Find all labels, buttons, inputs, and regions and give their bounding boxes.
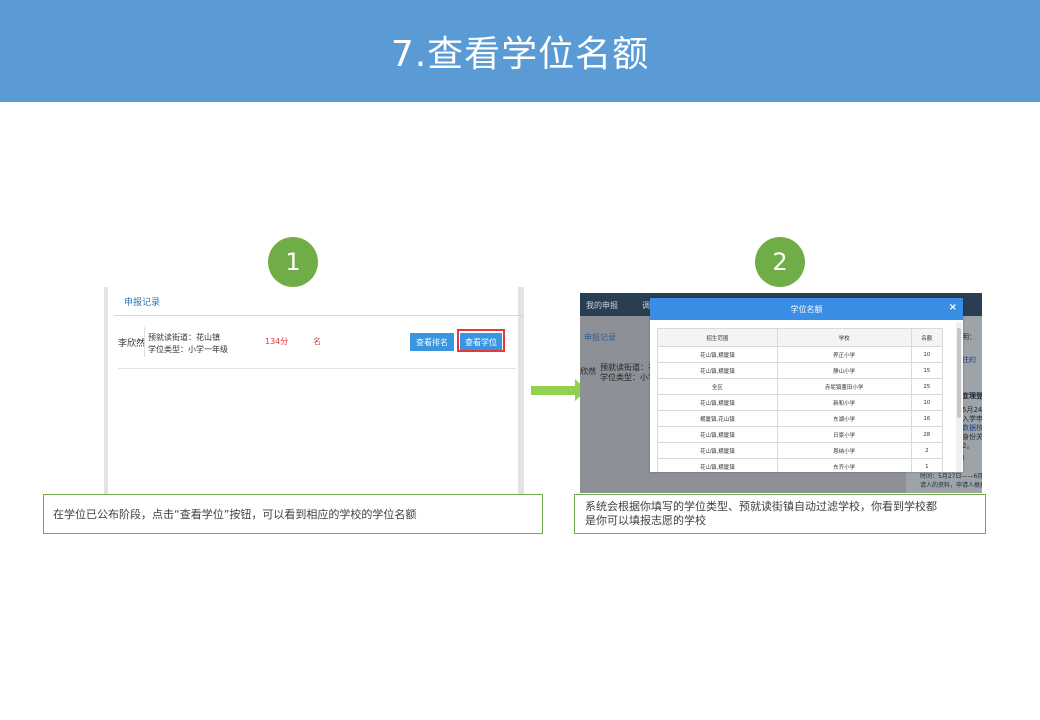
table-row: 花山镇,横厦镇 恩纳小学 2 xyxy=(657,442,944,459)
cell-school: 恩纳小学 xyxy=(776,442,912,459)
column-header-school: 学校 xyxy=(776,328,912,347)
modal-title: 学位名额 xyxy=(790,304,823,314)
cell-quota: 10 xyxy=(910,394,944,411)
row-divider xyxy=(118,368,516,369)
degree-type-info: 学位类型：小学一年级 xyxy=(148,345,228,354)
application-info: 预就读街道：花山镇 学位类型：小学一年级 xyxy=(148,332,228,356)
cell-school: 养正小学 xyxy=(776,346,912,363)
cell-range: 花山镇,横厦镇 xyxy=(657,362,778,379)
table-row: 横厦镇,花山镇 东湖小学 16 xyxy=(657,410,944,427)
cell-quota: 1 xyxy=(910,458,944,472)
tab-application-records[interactable]: 申报记录 xyxy=(584,332,616,343)
step-1-caption-text: 在学位已公布阶段，点击“查看学位”按钮，可以看到相应的学校的学位名额 xyxy=(53,508,417,521)
slide-header: 7.查看学位名额 xyxy=(0,0,1040,102)
cell-quota: 28 xyxy=(910,426,944,443)
cell-school: 东齐小学 xyxy=(776,458,912,472)
step-2-caption: 系统会根据你填写的学位类型、预就读街镇自动过滤学校，你看到学校都 是你可以填报志… xyxy=(574,494,986,534)
scrollbar-thumb[interactable] xyxy=(957,328,961,418)
notice-bottom-line: 请人的资料，申请人根据 xyxy=(920,482,982,489)
nav-item-partial[interactable]: 调 xyxy=(642,300,650,311)
table-row: 花山镇,横厦镇 静山小学 15 xyxy=(657,362,944,379)
table-row: 花山镇,横厦镇 日豪小学 28 xyxy=(657,426,944,443)
notice-bottom-line: 时间：5月27日——6月1 xyxy=(920,473,982,480)
notice-line: 宜理登 xyxy=(962,392,982,400)
quota-table: 招生范围 学校 名额 花山镇,横厦镇 养正小学 10 花山镇,横厦镇 静山小学 … xyxy=(657,328,944,472)
cell-range: 花山镇,横厦镇 xyxy=(657,442,778,459)
column-divider xyxy=(144,327,145,357)
cell-school: 赤坭镇董田小学 xyxy=(776,378,912,395)
step-2-caption-line-2: 是你可以填报志愿的学校 xyxy=(585,514,706,527)
notice-line: 2。 xyxy=(962,442,974,450)
cell-quota: 2 xyxy=(910,442,944,459)
highlight-box xyxy=(457,329,505,352)
cell-school: 日豪小学 xyxy=(776,426,912,443)
view-rank-button[interactable]: 查看排名 xyxy=(410,333,454,351)
close-icon[interactable]: × xyxy=(949,302,957,313)
tab-divider xyxy=(114,315,524,316)
cell-range: 花山镇,横厦镇 xyxy=(657,394,778,411)
table-row: 花山镇,横厦镇 养正小学 10 xyxy=(657,346,944,363)
column-header-range: 招生范围 xyxy=(657,328,778,347)
table-row: 全区 赤坭镇董田小学 25 xyxy=(657,378,944,395)
notice-link[interactable]: 住的 xyxy=(962,355,976,365)
street-info: 预就读街道：花山镇 xyxy=(148,333,220,342)
step-2-screenshot: 我的申报 调 申报记录 欣然 预就读街道：花山 学位类型：小学一 明： 住的 宜… xyxy=(580,293,982,493)
panel-left-border xyxy=(104,287,108,494)
slide-title: 7.查看学位名额 xyxy=(390,34,650,75)
arrow-right-icon xyxy=(531,386,575,395)
cell-quota: 10 xyxy=(910,346,944,363)
panel-right-border xyxy=(518,287,524,494)
cell-quota: 16 xyxy=(910,410,944,427)
cell-quota: 15 xyxy=(910,362,944,379)
step-1-caption: 在学位已公布阶段，点击“查看学位”按钮，可以看到相应的学校的学位名额 xyxy=(43,494,543,534)
table-row: 花山镇,横厦镇 东齐小学 1 xyxy=(657,458,944,472)
tab-application-records[interactable]: 申报记录 xyxy=(124,295,160,308)
cell-range: 横厦镇,花山镇 xyxy=(657,410,778,427)
cell-quota: 25 xyxy=(910,378,944,395)
notice-line: ） xyxy=(962,454,969,462)
step-2-badge: 2 xyxy=(755,237,805,287)
applicant-name: 李欣然 xyxy=(118,339,146,349)
applicant-name: 欣然 xyxy=(580,367,596,376)
cell-school: 东湖小学 xyxy=(776,410,912,427)
step-1-badge: 1 xyxy=(268,237,318,287)
notice-heading: 明： xyxy=(962,333,976,341)
modal-header: 学位名额 × xyxy=(650,298,963,320)
column-header-quota: 名额 xyxy=(910,328,944,347)
quota-modal: 学位名额 × 招生范围 学校 名额 花山镇,横厦镇 养正小学 10 花山镇,横厦… xyxy=(650,298,963,472)
cell-range: 花山镇,横厦镇 xyxy=(657,458,778,472)
step-1-screenshot: 申报记录 李欣然 预就读街道：花山镇 学位类型：小学一年级 134分 名 查看排… xyxy=(104,287,524,494)
table-header-row: 招生范围 学校 名额 xyxy=(657,328,944,347)
cell-range: 全区 xyxy=(657,378,778,395)
cell-school: 静山小学 xyxy=(776,362,912,379)
cell-range: 花山镇,横厦镇 xyxy=(657,426,778,443)
table-row: 花山镇,横厦镇 新和小学 10 xyxy=(657,394,944,411)
cell-school: 新和小学 xyxy=(776,394,912,411)
score-value: 134分 xyxy=(265,337,289,346)
nav-my-application[interactable]: 我的申报 xyxy=(586,300,618,311)
step-2-caption-line-1: 系统会根据你填写的学位类型、预就读街镇自动过滤学校，你看到学校都 xyxy=(585,500,937,513)
rank-value: 名 xyxy=(313,337,321,346)
cell-range: 花山镇,横厦镇 xyxy=(657,346,778,363)
